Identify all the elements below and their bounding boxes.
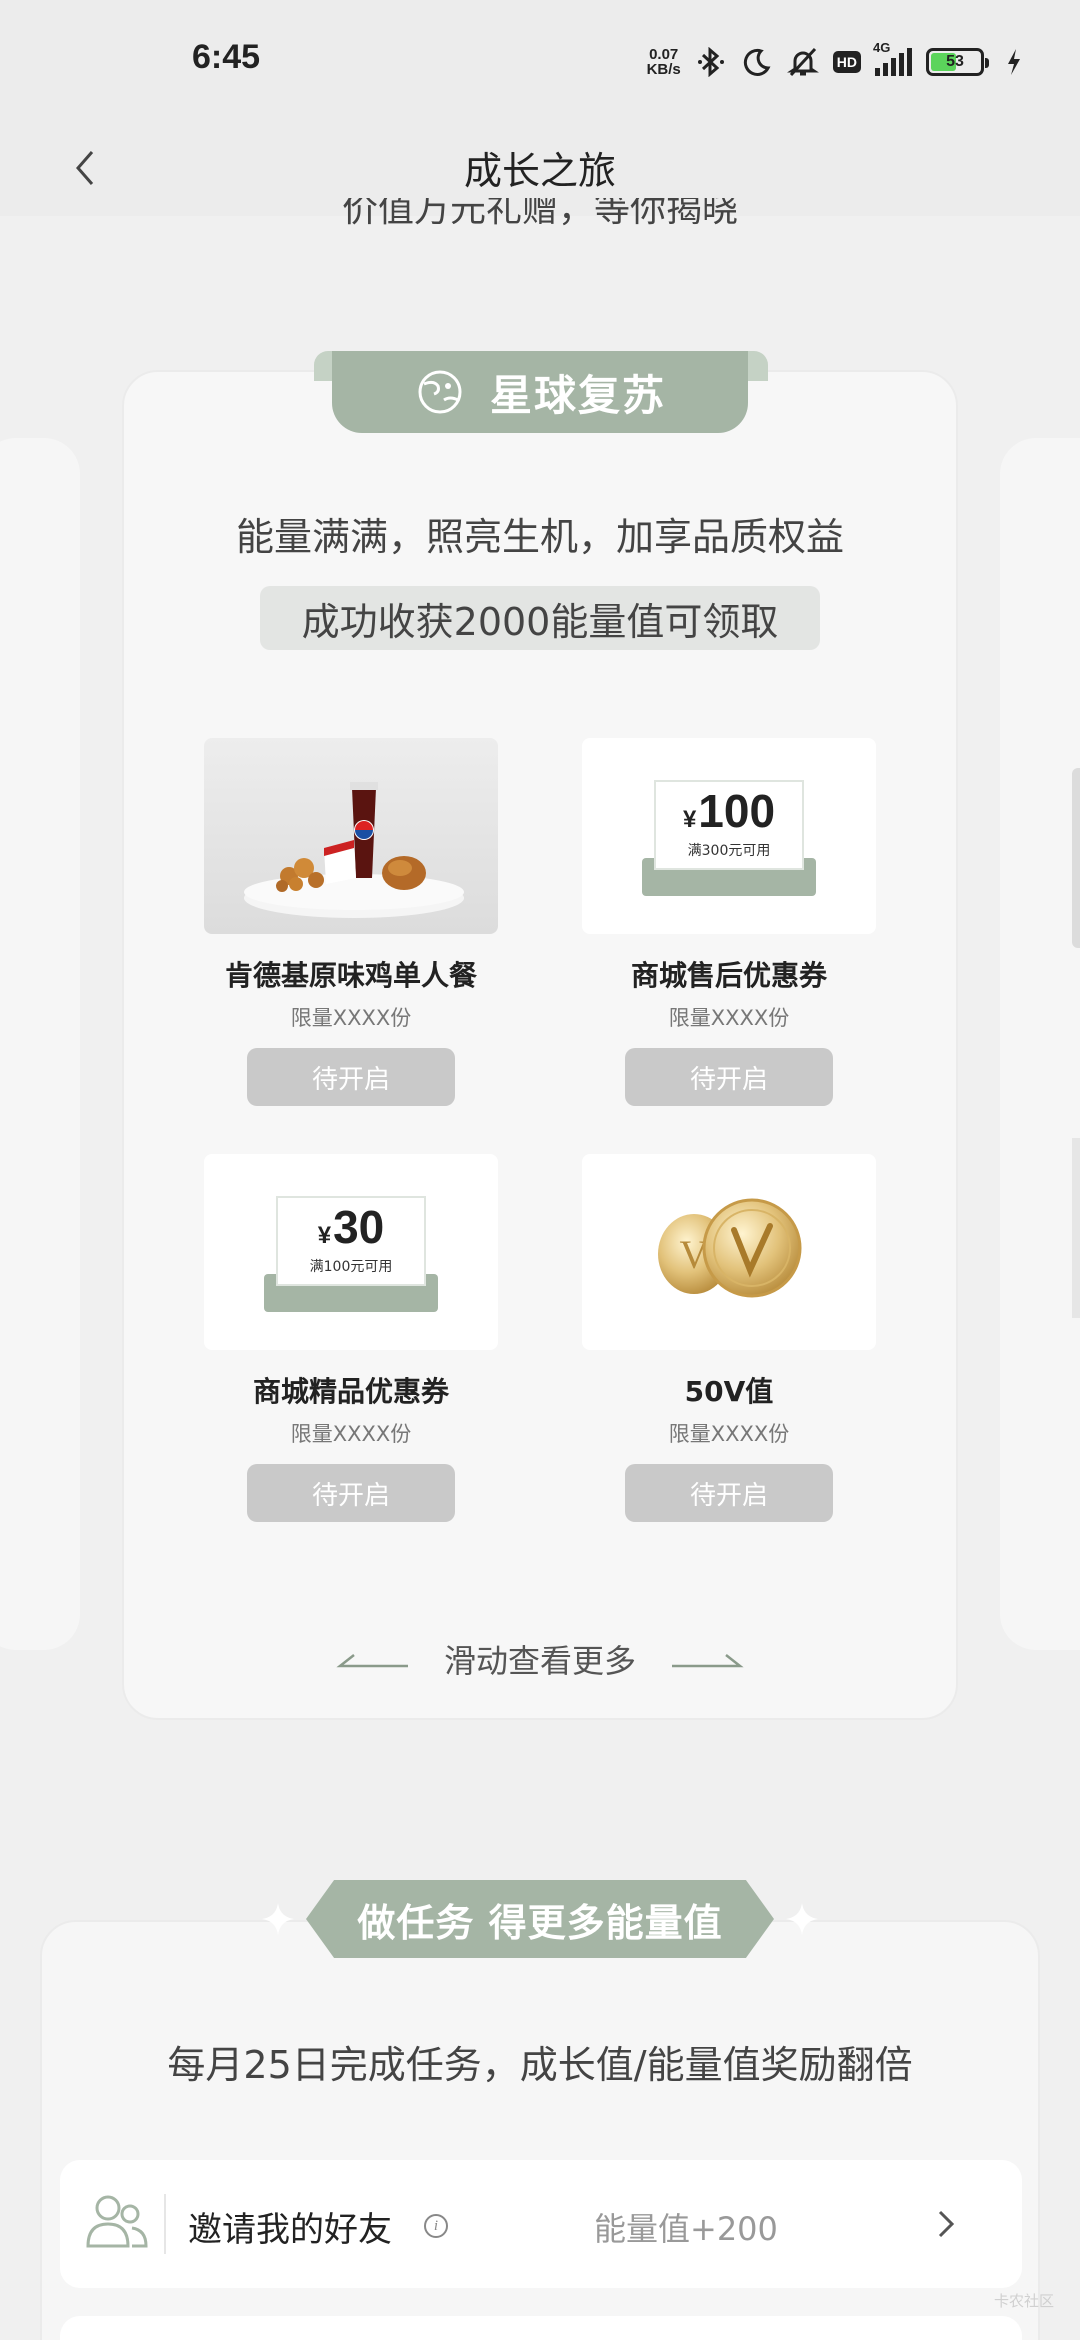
tasks-banner: 做任务 得更多能量值 xyxy=(306,1880,774,1958)
task-name: 邀请我的好友 xyxy=(188,2210,392,2250)
reward-claim-button[interactable]: 待开启 xyxy=(625,1464,833,1522)
scroll-hint: 滑动查看更多 xyxy=(122,1636,958,1682)
reward-item: ¥100 满300元可用 商城售后优惠券 限量XXXX份 待开启 xyxy=(582,738,876,1106)
reward-image-coins: V xyxy=(582,1154,876,1350)
stage-description: 能量满满，照亮生机，加享品质权益 xyxy=(235,515,844,559)
task-invite-friends[interactable]: 邀请我的好友 i 能量值+200 xyxy=(60,2160,1022,2288)
reward-limit: 限量XXXX份 xyxy=(668,1422,790,1446)
status-time: 6:45 xyxy=(192,38,261,76)
coupon-illustration: ¥30 满100元可用 xyxy=(264,1196,438,1312)
scroll-hint-text: 滑动查看更多 xyxy=(443,1642,636,1680)
chevron-right-icon xyxy=(938,2210,955,2238)
partial-heading: 价值万元礼赠，等你揭晓 xyxy=(341,198,738,230)
watermark: 卡农社区 xyxy=(993,2292,1054,2310)
coupon-illustration: ¥100 满300元可用 xyxy=(642,780,816,896)
task-reward: 能量值+200 xyxy=(594,2210,778,2248)
page-title: 成长之旅 xyxy=(463,149,616,193)
reward-name: 商城精品优惠券 xyxy=(252,1375,449,1408)
mute-bell-icon xyxy=(786,46,819,78)
status-icons: 0.07 KB/s HD 4G 53 xyxy=(646,40,1030,80)
hd-badge: HD xyxy=(832,51,861,73)
reward-image-coupon: ¥30 满100元可用 xyxy=(204,1154,498,1350)
moon-icon xyxy=(741,46,773,78)
reward-limit: 限量XXXX份 xyxy=(668,1006,790,1030)
arrow-left-icon xyxy=(336,1654,408,1668)
reward-item: 肯德基原味鸡单人餐 限量XXXX份 待开启 xyxy=(204,738,498,1106)
tasks-description: 每月25日完成任务，成长值/能量值奖励翻倍 xyxy=(167,2043,913,2087)
sparkle-icon xyxy=(262,1903,294,1935)
bluetooth-icon xyxy=(695,46,727,78)
info-icon[interactable]: i xyxy=(424,2214,448,2238)
users-icon xyxy=(86,2195,148,2248)
reward-limit: 限量XXXX份 xyxy=(290,1422,412,1446)
stage-title: 星球复苏 xyxy=(489,370,666,420)
reward-item: ¥30 满100元可用 商城精品优惠券 限量XXXX份 待开启 xyxy=(204,1154,498,1522)
reward-limit: 限量XXXX份 xyxy=(290,1006,412,1030)
stage-title-ribbon: 星球复苏 xyxy=(332,351,748,433)
sparkle-icon xyxy=(786,1903,818,1935)
v-coin-icon: V xyxy=(658,1198,802,1298)
stage-requirement: 成功收获2000能量值可领取 xyxy=(260,586,820,650)
reward-claim-button[interactable]: 待开启 xyxy=(625,1048,833,1106)
next-stage-card[interactable] xyxy=(1000,438,1080,1650)
reward-claim-button[interactable]: 待开启 xyxy=(247,1464,455,1522)
reward-item: V 50V值 限量XXXX份 待开启 xyxy=(582,1154,876,1522)
meal-illustration xyxy=(244,782,464,918)
status-bar: 6:45 0.07 KB/s HD 4G 53 xyxy=(0,0,1080,120)
reward-image-coupon: ¥100 满300元可用 xyxy=(582,738,876,934)
task-row-partial[interactable] xyxy=(60,2316,1022,2340)
reward-name: 肯德基原味鸡单人餐 xyxy=(224,959,477,992)
charging-icon xyxy=(998,46,1030,78)
prev-stage-card[interactable]: 享 xyxy=(0,438,80,1650)
reward-image-food xyxy=(204,738,498,934)
reward-claim-button[interactable]: 待开启 xyxy=(247,1048,455,1106)
planet-icon xyxy=(418,370,462,414)
network-speed: 0.07 KB/s xyxy=(646,46,681,78)
reward-name: 商城售后优惠券 xyxy=(630,959,827,992)
arrow-right-icon xyxy=(672,1654,744,1668)
battery-icon: 53 xyxy=(926,48,989,76)
signal-icon: 4G xyxy=(873,40,912,76)
reward-name: 50V值 xyxy=(684,1375,774,1408)
